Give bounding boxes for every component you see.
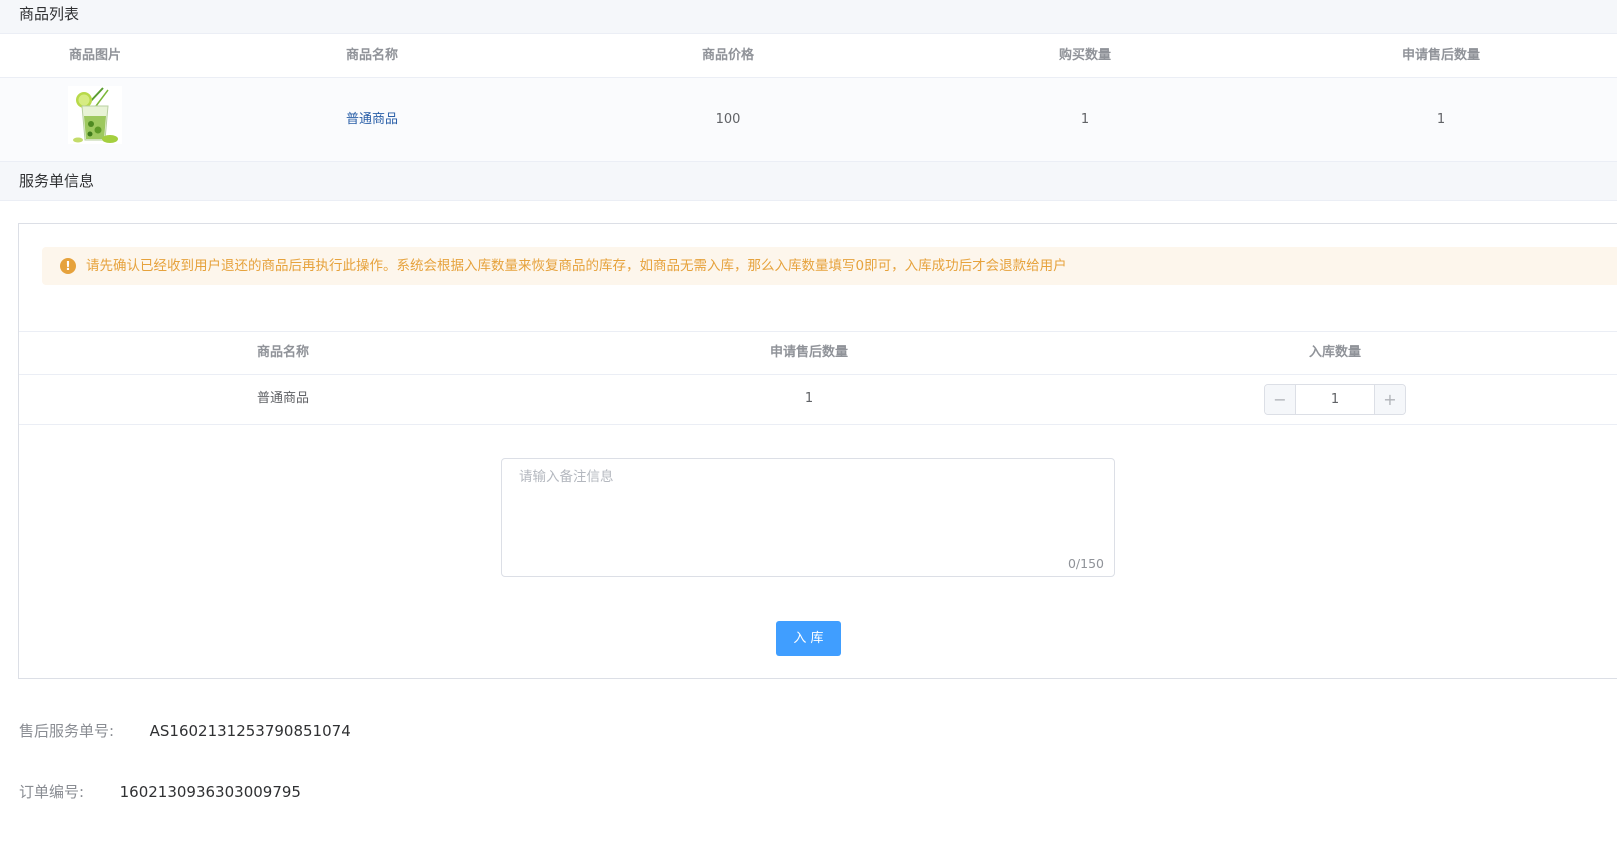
stock-in-button[interactable]: 入 库 bbox=[776, 621, 841, 656]
service-number-row: 售后服务单号: AS1602131253790851074 bbox=[19, 720, 351, 741]
stock-goods-name: 普通商品 bbox=[256, 391, 310, 406]
table-row: 普通商品 1 − 1 + bbox=[19, 375, 1617, 425]
remark-char-count: 0/150 bbox=[1067, 556, 1104, 571]
stock-aftersale-quantity: 1 bbox=[804, 391, 814, 406]
stock-in-panel: ! 请先确认已经收到用户退还的商品后再执行此操作。系统会根据入库数量来恢复商品的… bbox=[18, 223, 1617, 679]
stock-table-header: 商品名称 申请售后数量 入库数量 bbox=[19, 331, 1617, 375]
remark-textarea[interactable]: 请输入备注信息 0/150 bbox=[501, 458, 1115, 577]
table-row: 普通商品 100 1 1 bbox=[0, 78, 1617, 161]
service-info-header: 服务单信息 bbox=[0, 161, 1617, 201]
column-header-name: 商品名称 bbox=[256, 345, 310, 360]
goods-table-header: 商品图片 商品名称 商品价格 购买数量 申请售后数量 bbox=[0, 34, 1617, 78]
column-header-aftersale-quantity: 申请售后数量 bbox=[769, 345, 849, 360]
column-header-price: 商品价格 bbox=[701, 48, 755, 63]
warning-alert-text: 请先确认已经收到用户退还的商品后再执行此操作。系统会根据入库数量来恢复商品的库存… bbox=[86, 258, 1067, 274]
column-header-aftersale-quantity: 申请售后数量 bbox=[1401, 48, 1481, 63]
goods-list-header: 商品列表 bbox=[0, 0, 1617, 34]
order-number-label: 订单编号: bbox=[19, 783, 85, 801]
goods-price: 100 bbox=[715, 112, 741, 127]
goods-name-link[interactable]: 普通商品 bbox=[346, 78, 398, 161]
goods-list-title: 商品列表 bbox=[19, 5, 80, 23]
stock-in-quantity-input[interactable]: 1 bbox=[1296, 385, 1374, 414]
service-number-value: AS1602131253790851074 bbox=[149, 722, 351, 740]
column-header-image: 商品图片 bbox=[68, 48, 122, 63]
order-number-row: 订单编号: 1602130936303009795 bbox=[19, 781, 301, 802]
goods-aftersale-quantity: 1 bbox=[1436, 112, 1446, 127]
decrease-button[interactable]: − bbox=[1265, 385, 1296, 414]
warning-alert: ! 请先确认已经收到用户退还的商品后再执行此操作。系统会根据入库数量来恢复商品的… bbox=[42, 247, 1617, 285]
goods-quantity: 1 bbox=[1080, 112, 1090, 127]
increase-button[interactable]: + bbox=[1374, 385, 1405, 414]
quantity-stepper: − 1 + bbox=[1264, 384, 1406, 415]
service-number-label: 售后服务单号: bbox=[19, 722, 115, 740]
drink-glass-image bbox=[68, 86, 122, 144]
remark-placeholder: 请输入备注信息 bbox=[519, 469, 614, 485]
goods-table: 商品图片 商品名称 商品价格 购买数量 申请售后数量 普通商品 100 1 1 bbox=[0, 34, 1617, 161]
column-header-name: 商品名称 bbox=[345, 48, 399, 63]
column-header-quantity: 购买数量 bbox=[1058, 48, 1112, 63]
warning-icon: ! bbox=[60, 258, 76, 274]
column-header-stock-in-quantity: 入库数量 bbox=[1308, 345, 1362, 360]
service-info-title: 服务单信息 bbox=[19, 172, 95, 190]
order-number-value: 1602130936303009795 bbox=[119, 783, 301, 801]
